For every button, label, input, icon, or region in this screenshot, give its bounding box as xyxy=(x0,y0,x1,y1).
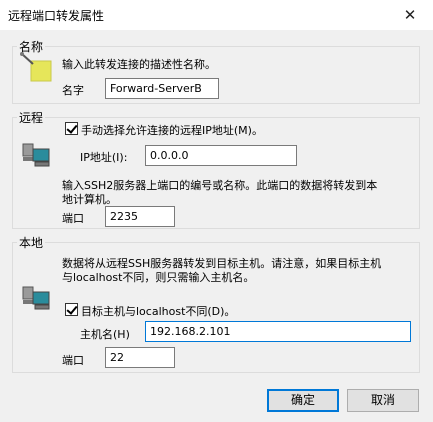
name-description: 输入此转发连接的描述性名称。 xyxy=(62,58,216,71)
local-group-legend: 本地 xyxy=(17,234,46,251)
remote-port-label: 端口 xyxy=(62,212,84,225)
remote-group: 远程 手动选择允许连接的远程IP地址(M)。 IP地址(I): 0.0.0.0 … xyxy=(12,109,420,229)
manual-ip-checkbox[interactable] xyxy=(65,122,78,135)
host-label: 主机名(H) xyxy=(80,328,130,341)
window-title: 远程端口转发属性 xyxy=(8,9,105,23)
remote-computer-icon xyxy=(22,143,50,167)
ip-label: IP地址(I): xyxy=(80,151,128,164)
ok-button[interactable]: 确定 xyxy=(267,389,339,412)
cancel-button[interactable]: 取消 xyxy=(347,389,419,412)
target-host-checkbox-label[interactable]: 目标主机与localhost不同(D)。 xyxy=(81,303,235,319)
manual-ip-checkbox-label[interactable]: 手动选择允许连接的远程IP地址(M)。 xyxy=(81,122,263,138)
name-group: 名称 输入此转发连接的描述性名称。 名字 Forward-ServerB xyxy=(12,38,420,104)
name-label: 名字 xyxy=(62,84,84,97)
name-tag-pencil-icon xyxy=(20,52,52,82)
title-bar: 远程端口转发属性 ✕ xyxy=(0,0,433,30)
ip-input[interactable]: 0.0.0.0 xyxy=(145,145,297,166)
local-description-line2: 与localhost不同，则只需输入主机名。 xyxy=(62,271,255,284)
remote-group-legend: 远程 xyxy=(17,109,46,126)
name-input[interactable]: Forward-ServerB xyxy=(105,78,219,99)
local-port-input[interactable]: 22 xyxy=(105,347,175,368)
local-port-label: 端口 xyxy=(62,354,84,367)
host-input[interactable]: 192.168.2.101 xyxy=(145,321,411,342)
remote-description-line2: 地计算机。 xyxy=(62,193,117,206)
remote-port-input[interactable]: 2235 xyxy=(105,206,175,227)
local-group: 本地 数据将从远程SSH服务器转发到目标主机。请注意，如果目标主机 与local… xyxy=(12,234,420,373)
local-computer-icon xyxy=(22,286,50,310)
target-host-checkbox[interactable] xyxy=(65,303,78,316)
close-icon[interactable]: ✕ xyxy=(387,0,433,30)
